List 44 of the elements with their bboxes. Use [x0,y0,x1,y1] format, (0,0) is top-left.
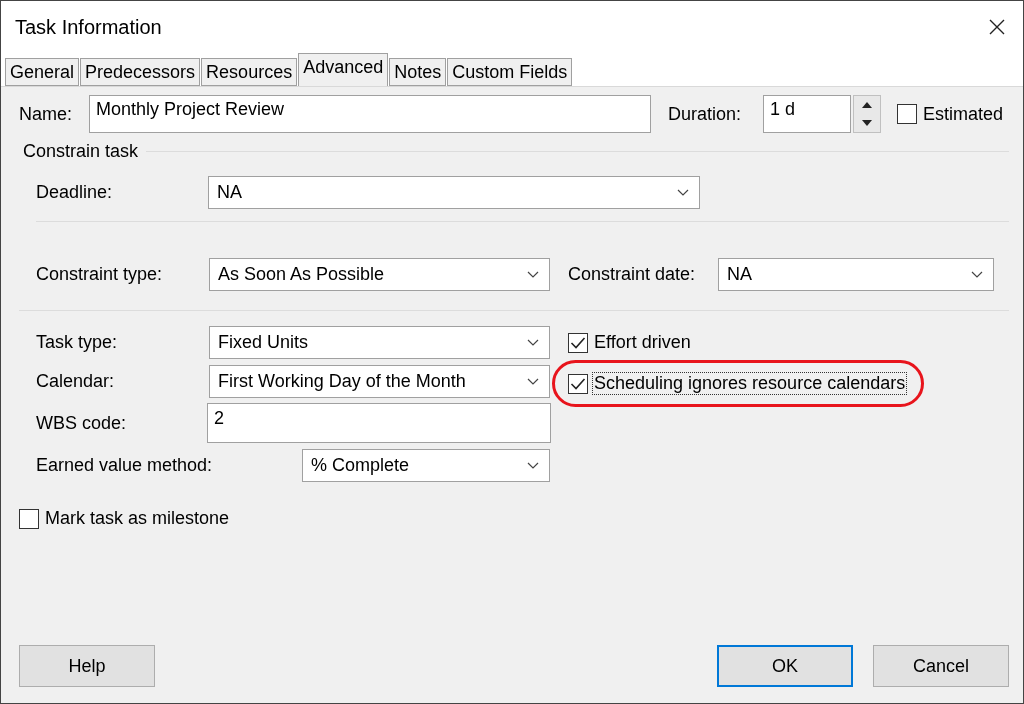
tab[interactable]: Predecessors [80,58,201,86]
field-label: WBS code: [36,412,128,434]
tab[interactable]: General [5,58,80,86]
tab[interactable]: Notes [389,58,447,86]
dropdown[interactable]: Fixed Units [209,326,550,359]
section-title: Constrain task [23,141,139,162]
checkbox-option[interactable]: Effort driven [568,332,692,353]
chevron-down-icon [527,462,539,469]
field-label: Earned value method: [36,455,214,476]
checkbox-option[interactable]: Mark task as milestone [19,508,231,529]
field-label: Duration: [668,103,743,125]
input-field[interactable]: 2 [207,403,551,443]
help-button[interactable]: Help [19,645,155,687]
field-label: Deadline: [36,182,114,203]
checkbox[interactable] [897,104,917,124]
input-field[interactable]: 1 d [763,95,851,133]
chevron-down-icon [971,271,983,278]
tab[interactable]: Advanced [298,53,389,86]
dropdown[interactable]: NA [208,176,700,209]
checkbox[interactable] [568,373,588,394]
chevron-down-icon [677,189,689,196]
chevron-down-icon [527,339,539,346]
input-field[interactable]: Monthly Project Review [89,95,651,133]
checkbox-option[interactable]: Scheduling ignores resource calendars [568,373,907,394]
cancel-button[interactable]: Cancel [873,645,1009,687]
dropdown[interactable]: NA [718,258,994,291]
chevron-down-icon [527,378,539,385]
field-label: Constraint date: [568,264,697,285]
chevron-down-icon [527,271,539,278]
field-label: Name: [19,103,73,125]
dropdown[interactable]: % Complete [302,449,550,482]
window-title: Task Information [15,15,162,39]
field-label: Task type: [36,332,119,353]
dropdown[interactable]: As Soon As Possible [209,258,550,291]
checkbox[interactable] [19,508,39,529]
checkbox-option[interactable]: Estimated [897,103,1005,125]
checkbox[interactable] [568,332,588,353]
field-label: Calendar: [36,371,116,392]
tab[interactable]: Resources [201,58,298,86]
field-label: Constraint type: [36,264,164,285]
tab[interactable]: Custom Fields [447,58,573,86]
ok-button[interactable]: OK [717,645,853,687]
spinner-control[interactable] [853,95,881,133]
dropdown[interactable]: First Working Day of the Month [209,365,550,398]
